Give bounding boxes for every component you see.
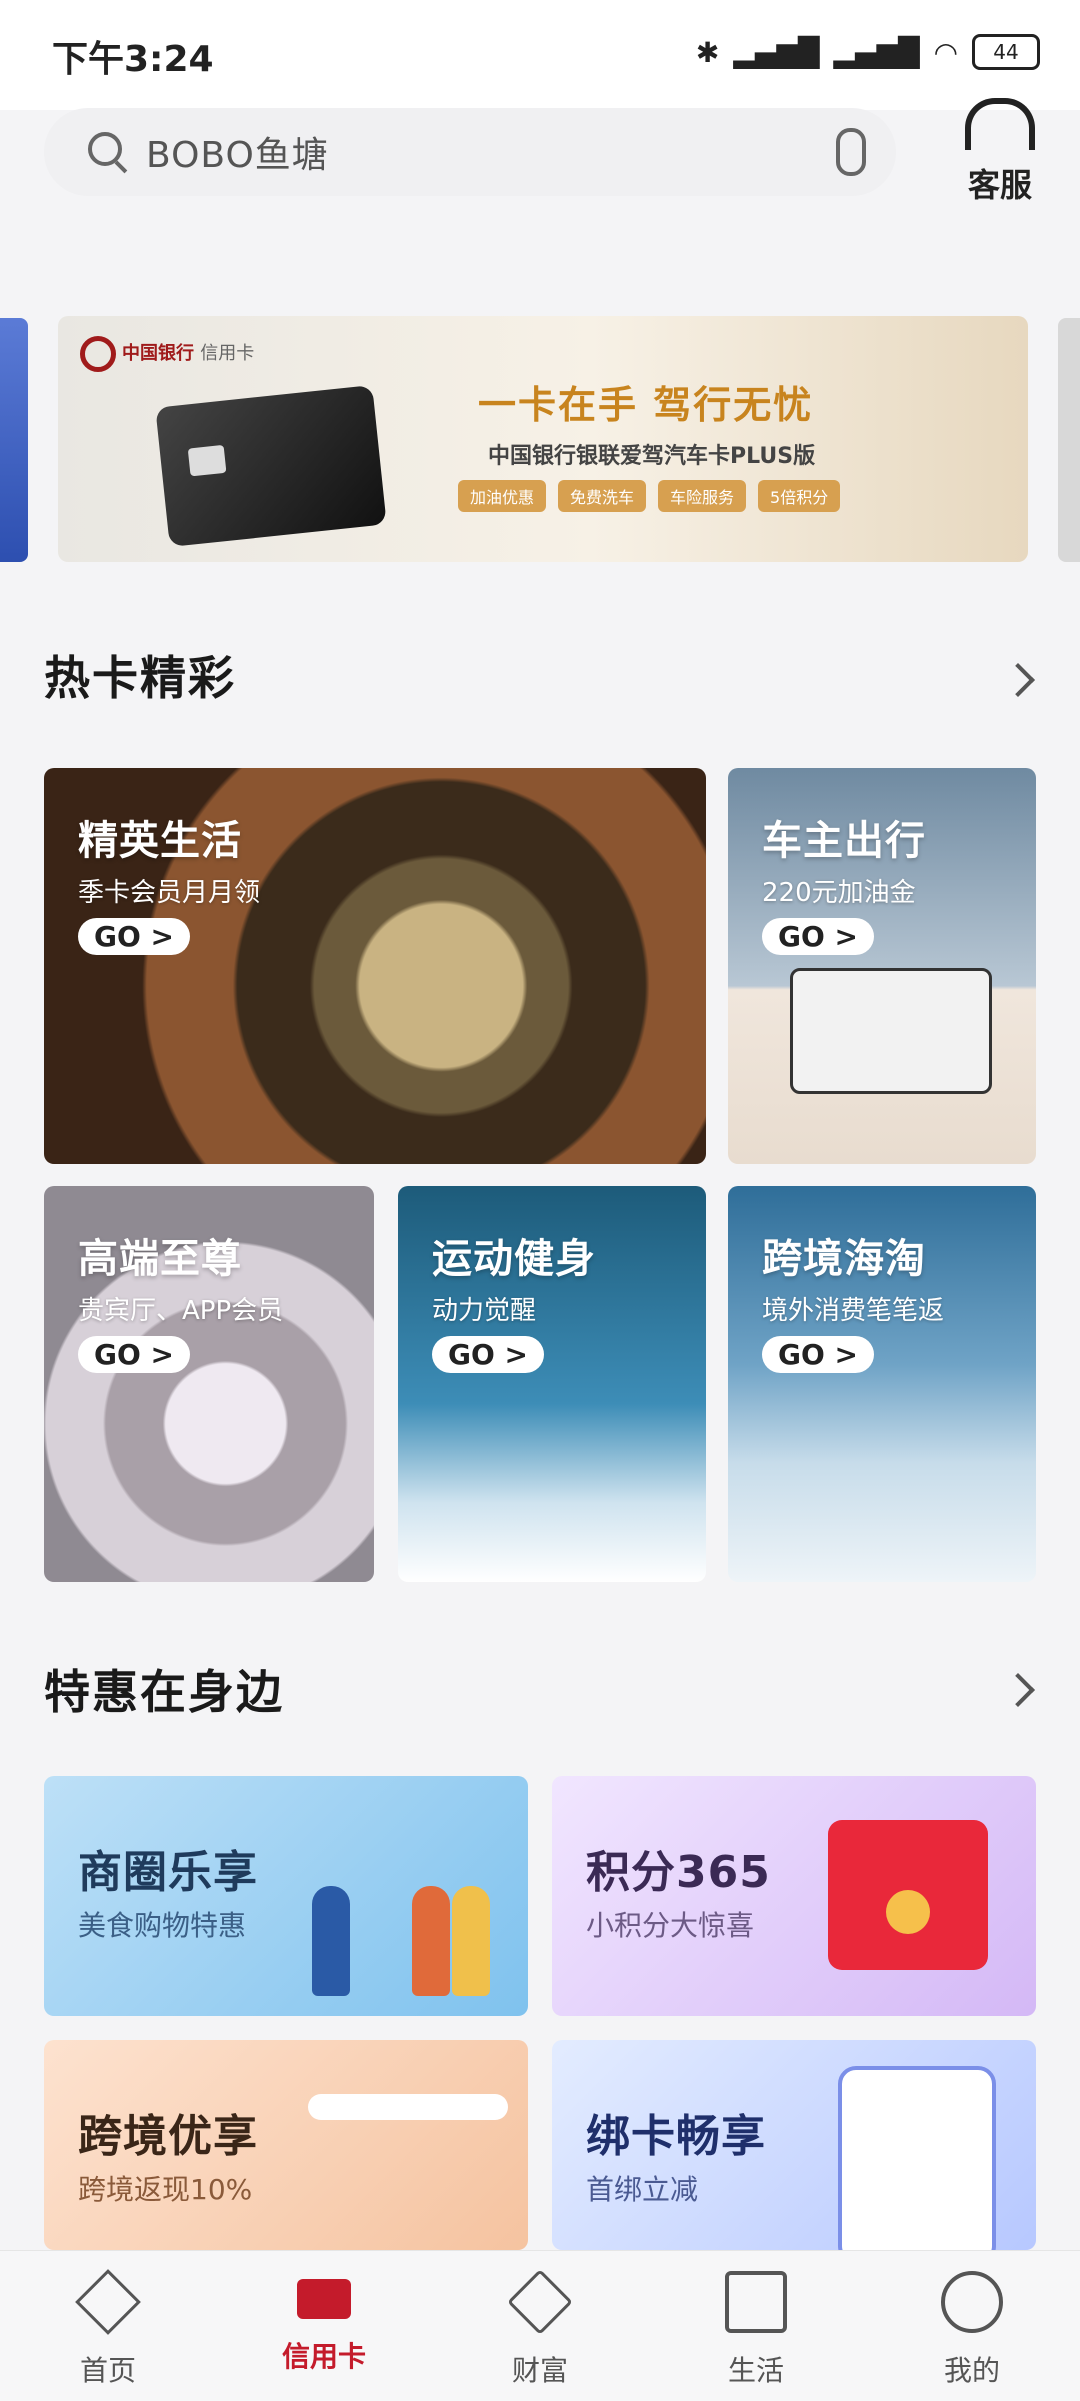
car-image bbox=[790, 968, 992, 1094]
hot-card-cross-border[interactable]: 跨境海淘 境外消费笔笔返 GO > bbox=[728, 1186, 1036, 1582]
hot-more-chevron-icon[interactable] bbox=[1001, 663, 1035, 697]
status-icons: ✱ ▂▄▆█ ▂▄▆█ ◠ 44 bbox=[696, 34, 1040, 70]
wifi-icon: ◠ bbox=[933, 35, 958, 69]
nav-item-mine[interactable]: 我的 bbox=[902, 2271, 1042, 2389]
offers-more-chevron-icon[interactable] bbox=[1001, 1673, 1035, 1707]
banner-tag: 加油优惠 bbox=[458, 480, 547, 512]
signal-icon-2: ▂▄▆█ bbox=[833, 35, 920, 69]
offer-points[interactable]: 积分365 小积分大惊喜 bbox=[552, 1776, 1036, 2016]
bottom-navigation: 首页 信用卡 财富 生活 我的 bbox=[0, 2250, 1080, 2401]
status-time: 下午3:24 bbox=[52, 39, 214, 80]
hot-section-title: 热卡精彩 bbox=[44, 651, 236, 705]
nav-label: 生活 bbox=[727, 2354, 784, 2387]
banner-tag: 车险服务 bbox=[658, 480, 747, 512]
user-icon bbox=[941, 2271, 1003, 2333]
battery-indicator: 44 bbox=[972, 34, 1040, 70]
go-button[interactable]: GO > bbox=[78, 918, 190, 955]
offer-subtitle: 小积分大惊喜 bbox=[586, 1909, 755, 1942]
offer-subtitle: 首绑立减 bbox=[586, 2173, 699, 2206]
offer-title: 绑卡畅享 bbox=[586, 2111, 766, 2162]
offer-title: 商圈乐享 bbox=[78, 1847, 258, 1898]
bluetooth-icon: ✱ bbox=[695, 35, 720, 69]
offer-bind-card[interactable]: 绑卡畅享 首绑立减 bbox=[552, 2040, 1036, 2250]
search-icon bbox=[88, 132, 128, 172]
customer-service-label: 客服 bbox=[967, 166, 1032, 204]
wealth-icon bbox=[507, 2269, 573, 2335]
hot-card-subtitle: 动力觉醒 bbox=[432, 1296, 537, 1326]
go-button[interactable]: GO > bbox=[432, 1336, 544, 1373]
banner-tag: 5倍积分 bbox=[758, 480, 841, 512]
nav-item-credit-card[interactable]: 信用卡 bbox=[254, 2271, 394, 2375]
airplane-icon bbox=[308, 2094, 508, 2120]
offer-title: 积分365 bbox=[586, 1847, 771, 1898]
nav-label: 首页 bbox=[79, 2354, 136, 2387]
promo-banner[interactable]: 中国银行 信用卡 一卡在手 驾行无忧 中国银行银联爱驾汽车卡PLUS版 加油优惠… bbox=[58, 316, 1028, 562]
go-button[interactable]: GO > bbox=[78, 1336, 190, 1373]
hot-card-subtitle: 贵宾厅、APP会员 bbox=[78, 1296, 284, 1326]
hot-card-subtitle: 季卡会员月月领 bbox=[78, 878, 261, 908]
banner-tag: 免费洗车 bbox=[558, 480, 647, 512]
gift-box-icon bbox=[828, 1820, 988, 1970]
nav-item-wealth[interactable]: 财富 bbox=[470, 2269, 610, 2389]
hot-card-sports[interactable]: 运动健身 动力觉醒 GO > bbox=[398, 1186, 706, 1582]
hot-card-title: 精英生活 bbox=[78, 818, 242, 864]
offers-section-title: 特惠在身边 bbox=[44, 1665, 284, 1719]
nav-item-home[interactable]: 首页 bbox=[38, 2269, 178, 2389]
card-icon bbox=[297, 2279, 351, 2319]
offer-subtitle: 美食购物特惠 bbox=[78, 1909, 247, 1942]
signal-icon: ▂▄▆█ bbox=[733, 35, 820, 69]
hot-card-title: 跨境海淘 bbox=[762, 1236, 926, 1282]
hot-card-title: 车主出行 bbox=[762, 818, 926, 864]
nav-label: 财富 bbox=[511, 2354, 568, 2387]
go-button[interactable]: GO > bbox=[762, 1336, 874, 1373]
offer-shopping[interactable]: 商圈乐享 美食购物特惠 bbox=[44, 1776, 528, 2016]
hot-card-subtitle: 境外消费笔笔返 bbox=[762, 1296, 945, 1326]
offer-cross-border[interactable]: 跨境优享 跨境返现10% bbox=[44, 2040, 528, 2250]
credit-card-image bbox=[155, 384, 387, 548]
hot-card-elite-life[interactable]: 精英生活 季卡会员月月领 GO > bbox=[44, 768, 706, 1164]
nav-item-life[interactable]: 生活 bbox=[686, 2271, 826, 2389]
status-bar: 下午3:24 ✱ ▂▄▆█ ▂▄▆█ ◠ 44 bbox=[0, 0, 1080, 110]
shopping-bag-icon bbox=[725, 2271, 787, 2333]
hot-card-car-owner[interactable]: 车主出行 220元加油金 GO > bbox=[728, 768, 1036, 1164]
banner-headline: 一卡在手 驾行无忧 bbox=[478, 383, 814, 427]
go-button[interactable]: GO > bbox=[762, 918, 874, 955]
hot-card-premium[interactable]: 高端至尊 贵宾厅、APP会员 GO > bbox=[44, 1186, 374, 1582]
banner-next-peek[interactable] bbox=[1058, 318, 1080, 562]
offer-title: 跨境优享 bbox=[78, 2111, 258, 2162]
shoppers-illustration bbox=[302, 1856, 502, 1996]
microphone-icon[interactable] bbox=[836, 128, 866, 176]
banner-prev-peek[interactable] bbox=[0, 318, 28, 562]
hot-card-title: 运动健身 bbox=[432, 1236, 596, 1282]
search-bar[interactable]: BOBO鱼塘 bbox=[44, 108, 896, 196]
hot-card-subtitle: 220元加油金 bbox=[762, 878, 916, 908]
nav-label: 我的 bbox=[943, 2354, 1000, 2387]
customer-service-button[interactable]: 客服 bbox=[950, 98, 1050, 208]
offer-subtitle: 跨境返现10% bbox=[78, 2173, 253, 2206]
hot-card-title: 高端至尊 bbox=[78, 1236, 242, 1282]
bank-logo: 中国银行 信用卡 bbox=[80, 336, 254, 372]
nav-label: 信用卡 bbox=[281, 2340, 366, 2373]
banner-subtitle: 中国银行银联爱驾汽车卡PLUS版 bbox=[488, 444, 816, 469]
search-input[interactable]: BOBO鱼塘 bbox=[146, 126, 836, 178]
banner-tags: 加油优惠 免费洗车 车险服务 5倍积分 bbox=[458, 480, 841, 512]
phone-illustration bbox=[838, 2066, 996, 2250]
diamond-icon bbox=[75, 2269, 141, 2335]
headset-icon bbox=[965, 98, 1035, 150]
